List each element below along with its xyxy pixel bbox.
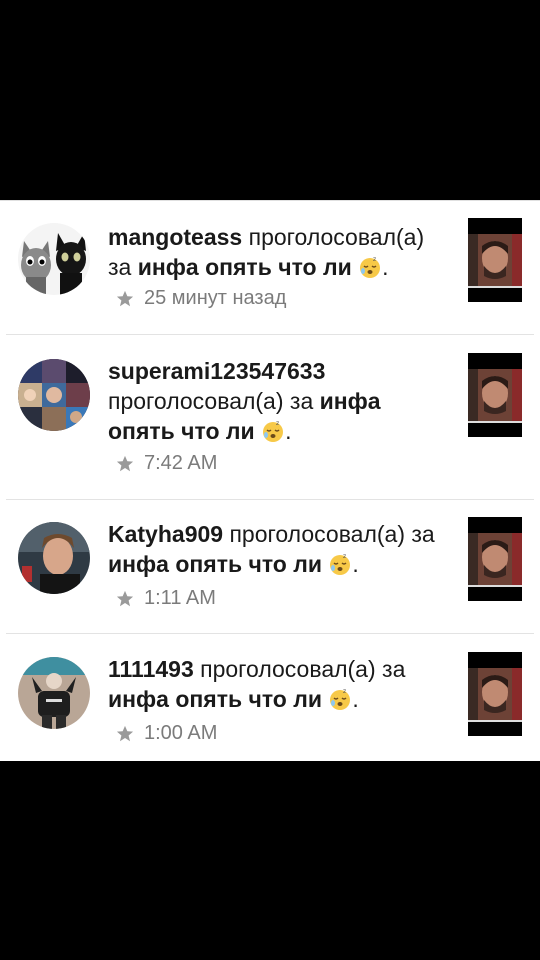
timestamp-row: 1:11 AM [116,587,216,610]
portrait-avatar-icon [18,522,90,594]
svg-text:z: z [343,688,346,695]
svg-text:z: z [373,256,376,263]
sleepy-face-icon: z [263,420,284,442]
notification-text: 1111493 проголосовал(а) за инфа опять чт… [108,654,453,714]
post-title[interactable]: инфа опять что ли [108,686,322,712]
action-text: проголосовал(а) за [200,656,406,682]
svg-text:z: z [343,553,346,560]
timestamp-row: 25 минут назад [116,287,286,310]
post-thumbnail[interactable] [468,353,522,437]
user-avatar[interactable] [18,359,90,431]
collage-avatar-icon [18,359,90,431]
period: . [285,418,292,444]
user-avatar[interactable] [18,223,90,295]
star-icon [116,590,134,606]
sleepy-face-icon: z [330,553,351,575]
action-text: проголосовал(а) за [108,388,314,414]
person-avatar-icon [18,657,90,729]
username[interactable]: superami123547633 [108,358,325,384]
notification-text: mangoteass проголосовал(а) за инфа опять… [108,222,453,282]
post-title[interactable]: инфа опять что ли [108,551,322,577]
post-thumbnail[interactable] [468,517,522,601]
timestamp: 1:11 AM [144,587,216,609]
star-icon [116,290,134,306]
post-thumbnail[interactable] [468,652,522,736]
sleepy-face-icon: z [360,256,381,278]
period: . [382,254,389,280]
timestamp: 7:42 AM [144,452,218,474]
notification-item[interactable]: Katyha909 проголосовал(а) за инфа опять … [0,500,540,633]
star-icon [116,455,134,471]
svg-text:z: z [276,420,279,427]
username[interactable]: mangoteass [108,224,242,250]
notification-list: mangoteass проголосовал(а) за инфа опять… [0,200,540,761]
period: . [352,551,359,577]
post-thumbnail-image [468,652,522,736]
user-avatar[interactable] [18,657,90,729]
username[interactable]: 1111493 [108,656,194,682]
notification-item[interactable]: mangoteass проголосовал(а) за инфа опять… [0,201,540,334]
timestamp: 25 минут назад [144,287,287,309]
sleepy-face-icon: z [330,688,351,710]
user-avatar[interactable] [18,522,90,594]
post-title[interactable]: инфа опять что ли [138,254,352,280]
post-thumbnail-image [468,218,522,302]
action-text: проголосовал(а) за [229,521,435,547]
period: . [352,686,359,712]
star-icon [116,725,134,741]
notification-item[interactable]: superami123547633 проголосовал(а) за инф… [0,335,540,499]
cats-avatar-icon [18,223,90,295]
timestamp: 1:00 AM [144,722,218,744]
post-thumbnail[interactable] [468,218,522,302]
timestamp-row: 1:00 AM [116,722,217,745]
timestamp-row: 7:42 AM [116,452,217,475]
notification-item[interactable]: 1111493 проголосовал(а) за инфа опять чт… [0,634,540,761]
notification-text: Katyha909 проголосовал(а) за инфа опять … [108,519,453,579]
post-thumbnail-image [468,517,522,601]
post-thumbnail-image [468,353,522,437]
notification-text: superami123547633 проголосовал(а) за инф… [108,356,453,446]
username[interactable]: Katyha909 [108,521,223,547]
